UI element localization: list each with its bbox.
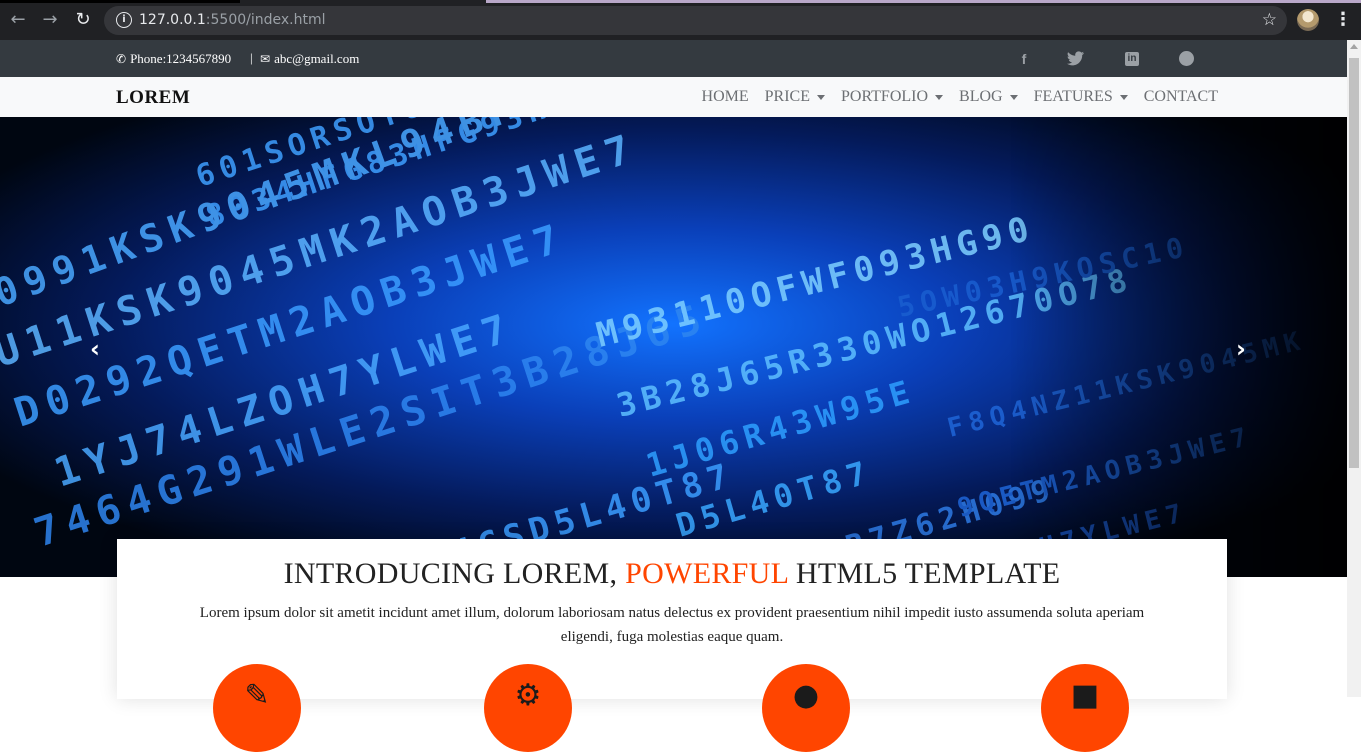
- phone-contact: ✆ Phone:1234567890: [116, 51, 231, 67]
- back-icon[interactable]: ←: [8, 10, 28, 30]
- site-info-icon[interactable]: i: [116, 12, 132, 28]
- phone-icon: ✆: [116, 52, 127, 66]
- user-icon: ●: [792, 678, 820, 713]
- url-text[interactable]: 127.0.0.1:5500/index.html: [139, 12, 326, 28]
- nav-blog-label: BLOG: [959, 88, 1003, 105]
- profile-avatar[interactable]: [1297, 9, 1319, 31]
- briefcase-icon: ■: [1070, 678, 1100, 713]
- feature-icon-2: ⚙: [484, 664, 572, 752]
- intro-title-accent: POWERFUL: [625, 557, 789, 590]
- caret-down-icon: [935, 94, 944, 100]
- twitter-icon[interactable]: [1067, 50, 1085, 68]
- nav-features-label: FEATURES: [1033, 88, 1113, 105]
- brand-logo[interactable]: LOREM: [116, 87, 190, 109]
- github-icon[interactable]: [1179, 51, 1194, 66]
- nav-portfolio-label: PORTFOLIO: [840, 88, 929, 105]
- hero-background-image: 601SORSOT8A0F 8934HFG83HFG93HG 0991KSK90…: [0, 117, 1347, 577]
- nav-home[interactable]: HOME: [702, 88, 749, 106]
- carousel-prev-icon[interactable]: ‹: [90, 335, 100, 363]
- intro-title-part1: INTRODUCING LOREM,: [283, 557, 626, 590]
- tab-strip-left: [0, 0, 240, 3]
- nav-contact[interactable]: CONTACT: [1144, 88, 1218, 106]
- nav-price-dropdown[interactable]: PRICE: [765, 88, 825, 106]
- intro-title-part2: HTML5 TEMPLATE: [788, 557, 1061, 590]
- caret-down-icon: [1009, 94, 1018, 100]
- reload-icon[interactable]: ↻: [73, 10, 93, 30]
- nav-blog-dropdown[interactable]: BLOG: [959, 88, 1018, 106]
- star-icon[interactable]: ☆: [1262, 10, 1277, 30]
- browser-toolbar: ← → ↻ i 127.0.0.1:5500/index.html ☆ ⋮: [0, 0, 1361, 40]
- tab-strip: [486, 0, 1361, 3]
- intro-title: INTRODUCING LOREM, POWERFUL HTML5 TEMPLA…: [117, 557, 1227, 591]
- kebab-menu-icon[interactable]: ⋮: [1334, 9, 1352, 31]
- feature-icon-4: ■: [1041, 664, 1129, 752]
- nav-features-dropdown[interactable]: FEATURES: [1034, 88, 1128, 106]
- phone-text: Phone:1234567890: [130, 51, 232, 66]
- hero-carousel: 601SORSOT8A0F 8934HFG83HFG93HG 0991KSK90…: [0, 117, 1347, 577]
- caret-down-icon: [816, 94, 825, 100]
- url-host: 127.0.0.1: [139, 12, 206, 28]
- feature-icon-1: ✎: [213, 664, 301, 752]
- main-navbar: LOREM HOME PRICE PORTFOLIO BLOG FEATURES…: [0, 77, 1347, 117]
- nav-links: HOME PRICE PORTFOLIO BLOG FEATURES CONTA…: [686, 88, 1218, 106]
- carousel-next-icon[interactable]: ›: [1236, 335, 1246, 363]
- url-path: :5500/index.html: [205, 12, 326, 28]
- facebook-icon[interactable]: f: [1015, 50, 1033, 68]
- envelope-icon: ✉: [260, 52, 271, 66]
- scrollbar-thumb[interactable]: [1349, 58, 1359, 468]
- scroll-up-arrow[interactable]: [1350, 44, 1358, 49]
- nav-contact-label: CONTACT: [1143, 88, 1218, 105]
- feature-icon-3: ●: [762, 664, 850, 752]
- page-scrollbar[interactable]: [1347, 40, 1361, 697]
- intro-card: INTRODUCING LOREM, POWERFUL HTML5 TEMPLA…: [117, 539, 1227, 752]
- linkedin-icon[interactable]: in: [1125, 52, 1139, 66]
- email-text[interactable]: abc@gmail.com: [274, 51, 359, 67]
- nav-home-label: HOME: [701, 88, 749, 105]
- forward-icon[interactable]: →: [40, 10, 60, 30]
- intro-text: Lorem ipsum dolor sit ametit incidunt am…: [199, 605, 1145, 645]
- gears-icon: ⚙: [514, 678, 542, 713]
- contact-separator: |: [250, 50, 253, 65]
- nav-portfolio-dropdown[interactable]: PORTFOLIO: [840, 88, 944, 106]
- address-bar[interactable]: i 127.0.0.1:5500/index.html ☆: [104, 6, 1287, 35]
- caret-down-icon: [1119, 94, 1128, 100]
- top-info-bar: ✆ Phone:1234567890 | ✉ abc@gmail.com f i…: [0, 40, 1347, 77]
- email-contact[interactable]: ✉ abc@gmail.com: [260, 51, 359, 67]
- nav-price-label: PRICE: [764, 88, 810, 105]
- leaf-icon: ✎: [244, 678, 270, 713]
